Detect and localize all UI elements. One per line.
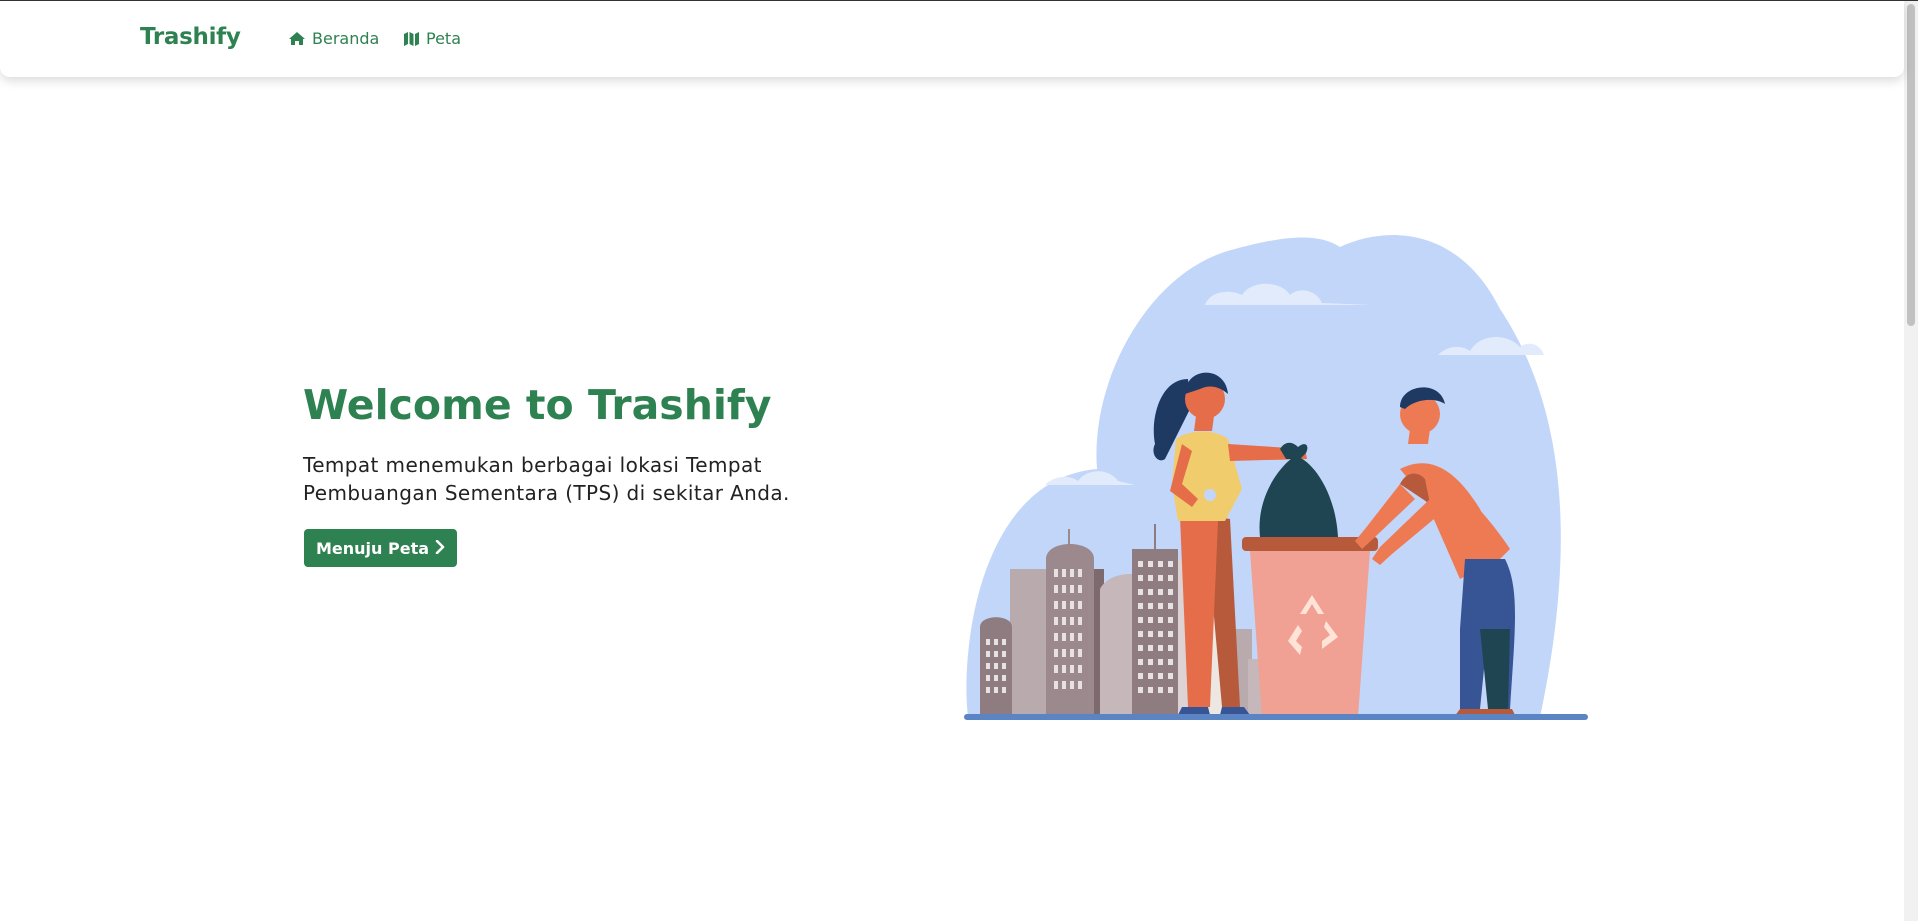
nav-link-beranda[interactable]: Beranda: [288, 29, 379, 48]
ground-line: [964, 714, 1588, 720]
map-icon: [403, 31, 420, 46]
page: Trashify Beranda Peta Welcome to Trashif…: [0, 0, 1918, 921]
nav-link-peta[interactable]: Peta: [403, 29, 461, 48]
hero-illustration: [964, 235, 1588, 720]
vertical-scrollbar[interactable]: [1904, 1, 1918, 921]
nav-link-label: Beranda: [312, 29, 380, 48]
nav-link-label: Peta: [426, 29, 461, 48]
scrollbar-thumb[interactable]: [1907, 4, 1915, 326]
brand-logo[interactable]: Trashify: [140, 24, 241, 50]
hero-title: Welcome to Trashify: [303, 381, 772, 429]
chevron-right-icon: [435, 539, 445, 558]
hero-description: Tempat menemukan berbagai lokasi Tempat …: [303, 453, 790, 505]
menuju-peta-button[interactable]: Menuju Peta: [304, 529, 458, 567]
cta-label: Menuju Peta: [316, 538, 430, 558]
home-icon: [288, 31, 306, 46]
navbar: Trashify Beranda Peta: [0, 1, 1904, 77]
